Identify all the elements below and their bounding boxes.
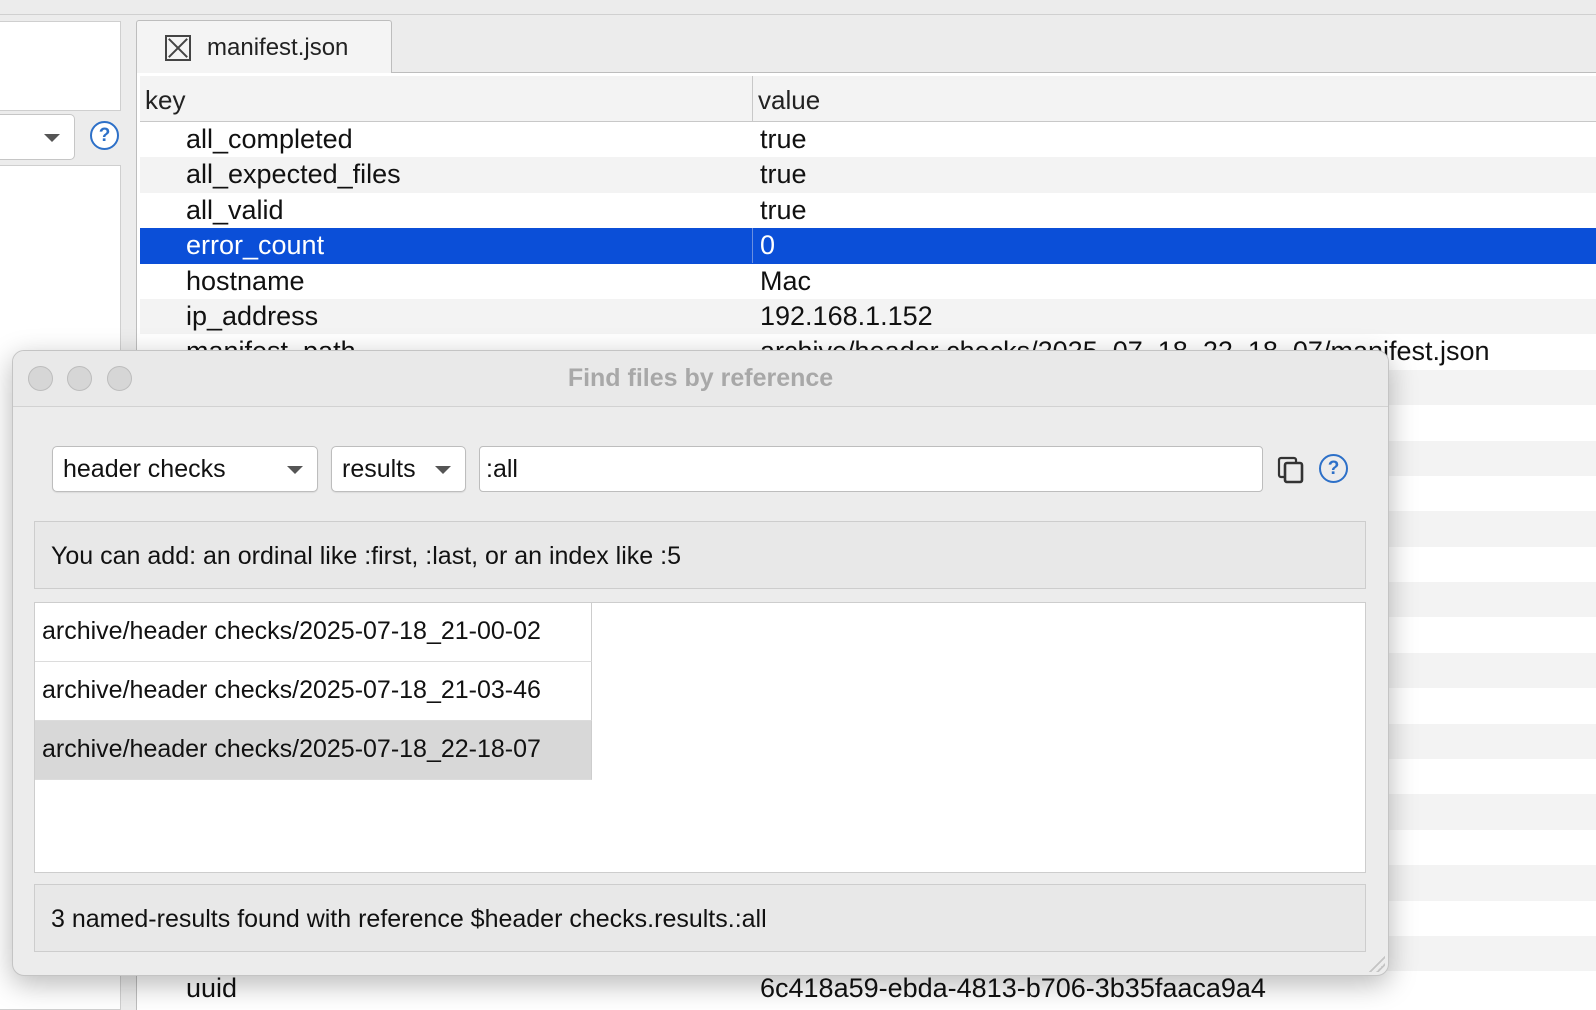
table-row[interactable]: all_valid true [140,193,1596,228]
result-path: archive/header checks/2025-07-18_22-18-0… [42,735,541,763]
table-row[interactable]: uuid 6c418a59-ebda-4813-b706-3b35faaca9a4 [140,971,1596,1006]
table-row[interactable]: all_expected_files true [140,157,1596,193]
tab-manifest-json[interactable]: manifest.json [136,20,392,73]
row-value: true [760,194,807,225]
result-item[interactable]: archive/header checks/2025-07-18_21-00-0… [35,603,592,662]
status-panel: 3 named-results found with reference $he… [34,884,1366,952]
source-select-value: header checks [63,455,226,483]
row-value: true [760,159,807,190]
chevron-down-icon [287,466,303,474]
table-row[interactable]: ip_address 192.168.1.152 [140,298,1596,335]
dialog-title: Find files by reference [567,364,834,392]
hint-text: You can add: an ordinal like :first, :la… [51,542,681,570]
row-value: 6c418a59-ebda-4813-b706-3b35faaca9a4 [760,973,1266,1004]
row-key: ip_address [186,300,319,331]
column-header-value[interactable]: value [758,85,820,116]
chevron-down-icon [44,134,60,142]
table-row[interactable]: error_count 0 [140,228,1596,264]
help-icon[interactable]: ? [1319,454,1348,483]
row-key: all_expected_files [186,159,401,190]
row-value: Mac [760,265,812,296]
row-value: true [760,124,807,154]
row-key: uuid [186,973,238,1004]
source-select[interactable]: header checks [52,446,318,492]
reference-input[interactable] [479,446,1263,492]
row-key: all_completed [186,124,353,154]
type-select-value: results [342,455,416,483]
dialog-titlebar[interactable]: Find files by reference [13,351,1388,407]
copy-icon[interactable] [1276,455,1306,485]
hint-panel: You can add: an ordinal like :first, :la… [34,521,1366,589]
column-separator[interactable] [752,76,753,122]
result-item[interactable]: archive/header checks/2025-07-18_21-03-4… [35,662,592,721]
find-files-dialog: Find files by reference header checks re… [12,350,1389,976]
row-key: all_valid [186,194,284,225]
table-row[interactable]: all_completed true [140,122,1596,157]
chevron-down-icon [435,466,451,474]
resize-grip-icon[interactable] [1367,954,1385,972]
left-top-box [0,21,121,111]
status-text: 3 named-results found with reference $he… [51,905,767,933]
row-value: 0 [760,230,776,261]
help-icon[interactable]: ? [90,121,119,150]
row-key: hostname [186,265,305,296]
row-key: error_count [186,230,325,261]
row-value: 192.168.1.152 [760,300,933,331]
close-icon[interactable] [165,35,191,61]
result-item[interactable]: archive/header checks/2025-07-18_22-18-0… [35,721,592,780]
window-top-edge [0,0,1596,15]
result-path: archive/header checks/2025-07-18_21-03-4… [42,676,541,704]
result-path: archive/header checks/2025-07-18_21-00-0… [42,617,541,645]
type-select[interactable]: results [331,446,466,492]
left-combo-box[interactable] [0,114,75,160]
column-header-key[interactable]: key [145,85,185,116]
table-row[interactable]: hostname Mac [140,264,1596,299]
tab-label: manifest.json [207,34,349,61]
results-list[interactable]: archive/header checks/2025-07-18_21-00-0… [34,602,1366,873]
column-separator [752,228,753,264]
table-header: key value [140,76,1596,122]
